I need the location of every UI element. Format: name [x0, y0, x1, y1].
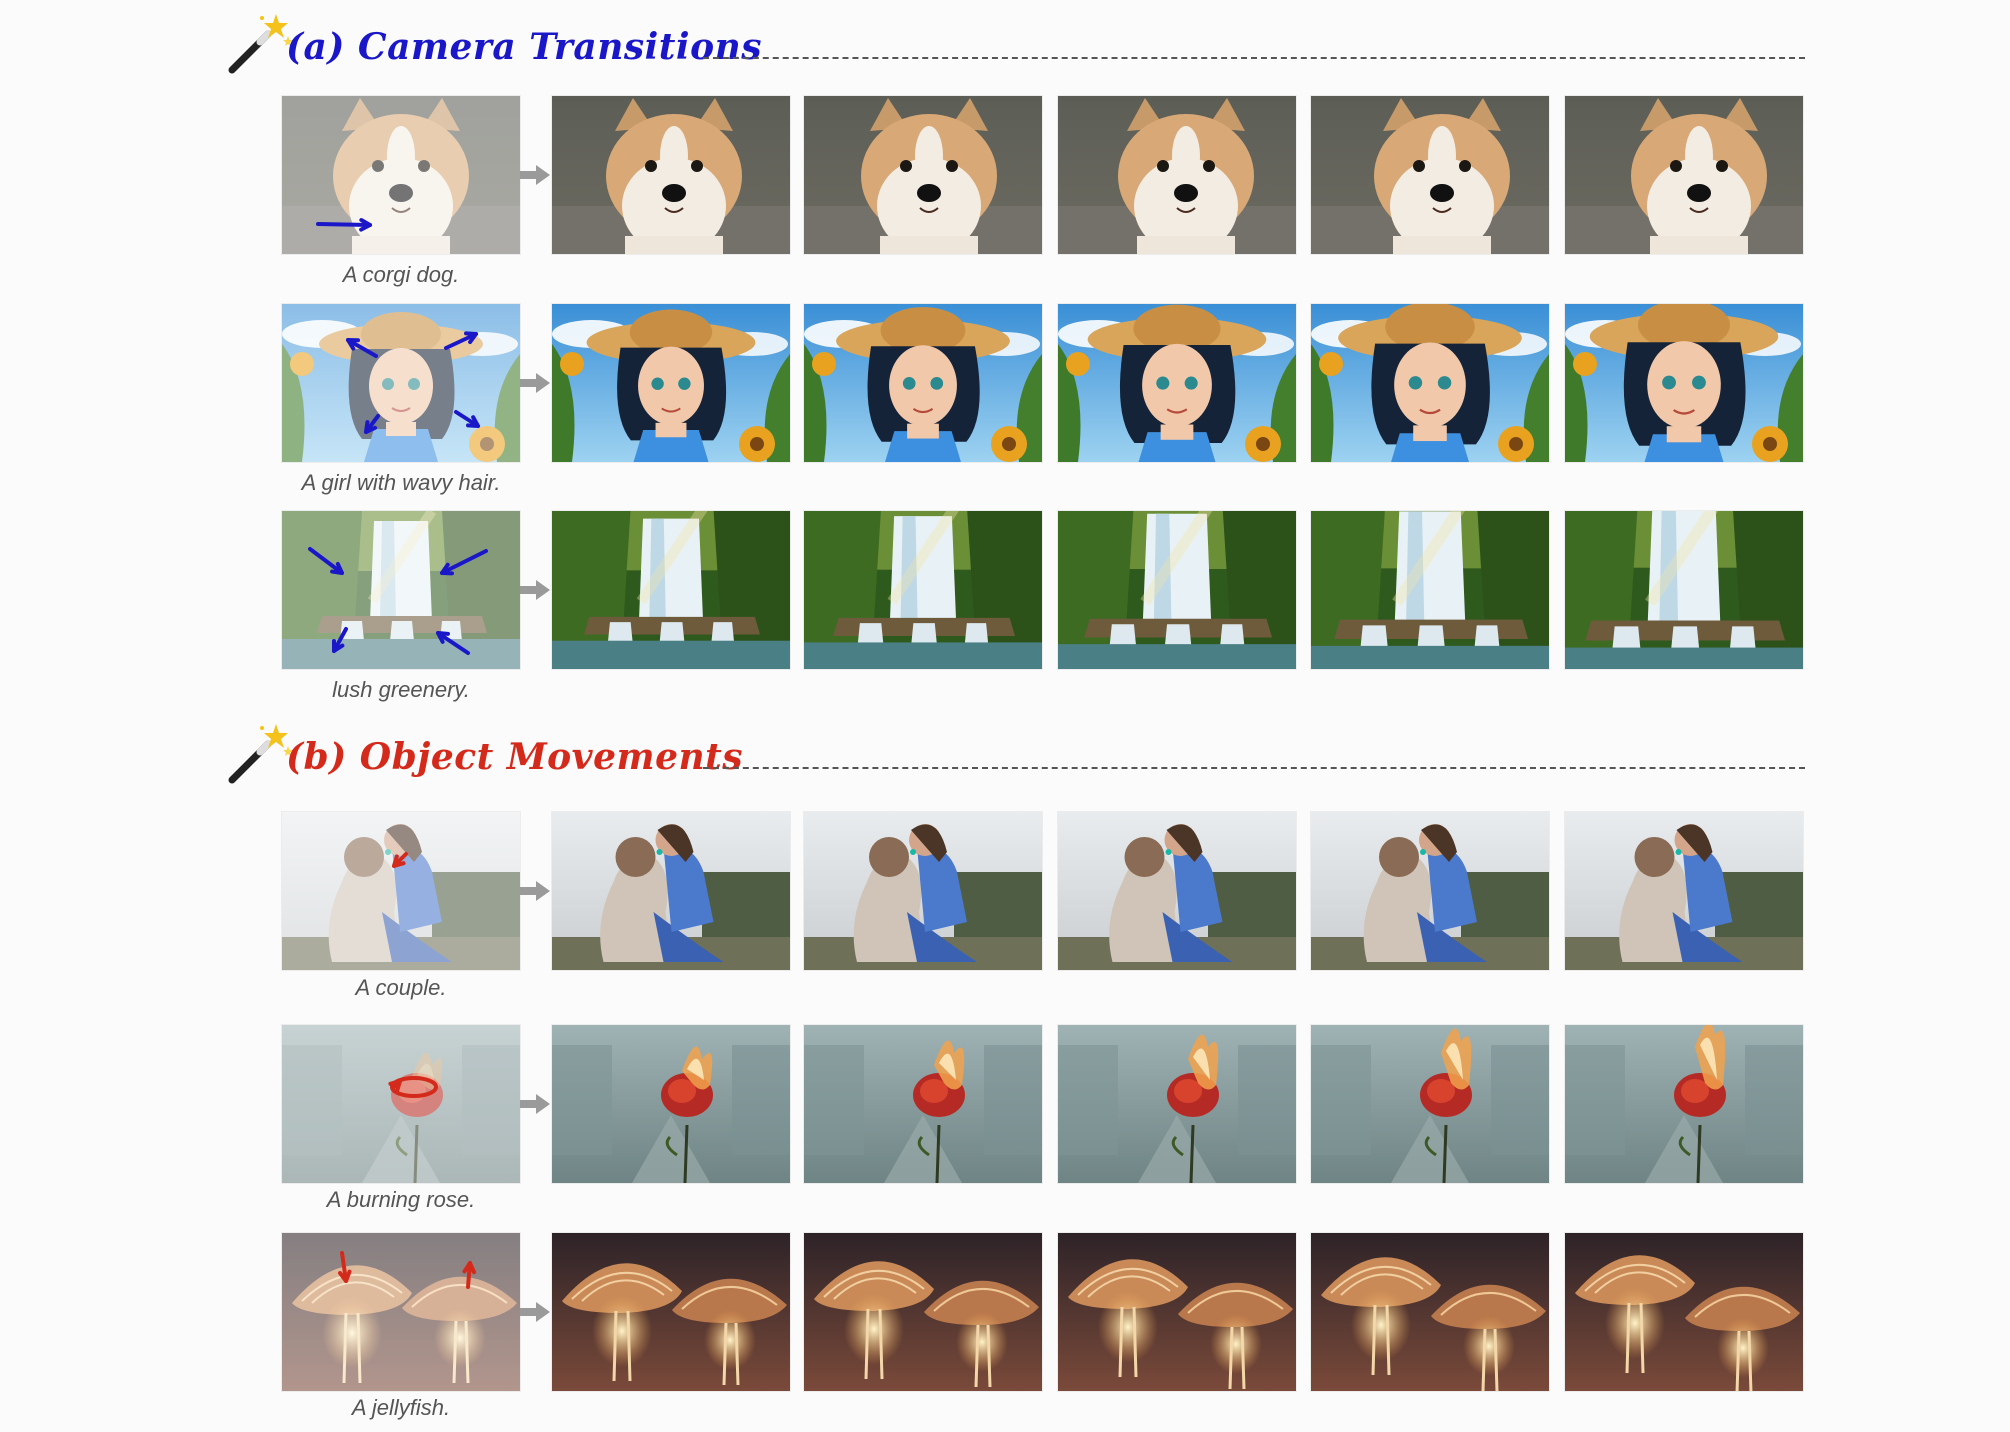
generated-frame [1311, 812, 1549, 970]
right-arrow-icon [520, 1300, 550, 1324]
generated-frame [1311, 511, 1549, 669]
magic-wand-icon [228, 724, 293, 784]
input-image [282, 304, 520, 462]
generated-frame [1311, 1025, 1549, 1183]
generated-frame [1058, 304, 1296, 462]
generated-frame [552, 304, 790, 462]
motion-trajectory [282, 304, 520, 462]
right-arrow-icon [520, 163, 550, 187]
motion-trajectory [282, 812, 520, 970]
image-caption: A corgi dog. [342, 262, 460, 287]
image-caption: A jellyfish. [351, 1395, 451, 1420]
motion-trajectory [282, 96, 520, 254]
motion-trajectory [282, 1025, 520, 1183]
generated-frame [552, 1025, 790, 1183]
generated-frame [804, 304, 1042, 462]
divider-line [703, 767, 1805, 769]
divider-line [703, 57, 1805, 59]
section-title: (a) Camera Transitions [286, 26, 763, 68]
generated-frame [1565, 96, 1803, 254]
image-caption: A couple. [355, 975, 447, 1000]
right-arrow-icon [520, 879, 550, 903]
generated-frame [1058, 812, 1296, 970]
right-arrow-icon [520, 578, 550, 602]
generated-frame [1565, 304, 1803, 462]
generated-frame [1565, 812, 1803, 970]
magic-wand-icon [228, 14, 293, 74]
motion-trajectory [282, 511, 520, 669]
generated-frame [552, 812, 790, 970]
right-arrow-icon [520, 371, 550, 395]
generated-frame [1058, 96, 1296, 254]
input-image [282, 1025, 520, 1183]
generated-frame [1058, 1233, 1296, 1391]
input-image [282, 812, 520, 970]
generated-frame [1565, 1233, 1803, 1391]
motion-trajectory [282, 1233, 520, 1391]
input-image [282, 96, 520, 254]
section-title: (b) Object Movements [286, 736, 744, 778]
image-caption: lush greenery. [332, 677, 470, 702]
generated-frame [804, 1233, 1042, 1391]
generated-frame [804, 1025, 1042, 1183]
image-caption: A burning rose. [326, 1187, 476, 1212]
generated-frame [552, 511, 790, 669]
right-arrow-icon [520, 1092, 550, 1116]
generated-frame [552, 96, 790, 254]
generated-frame [804, 812, 1042, 970]
generated-frame [1311, 304, 1549, 462]
input-image [282, 511, 520, 669]
generated-frame [1565, 511, 1803, 669]
input-image [282, 1233, 520, 1391]
generated-frame [804, 511, 1042, 669]
generated-frame [1311, 96, 1549, 254]
generated-frame [1311, 1233, 1549, 1391]
generated-frame [1565, 1025, 1803, 1183]
generated-frame [1058, 511, 1296, 669]
generated-frame [1058, 1025, 1296, 1183]
generated-frame [552, 1233, 790, 1391]
generated-frame [804, 96, 1042, 254]
image-caption: A girl with wavy hair. [301, 470, 501, 495]
